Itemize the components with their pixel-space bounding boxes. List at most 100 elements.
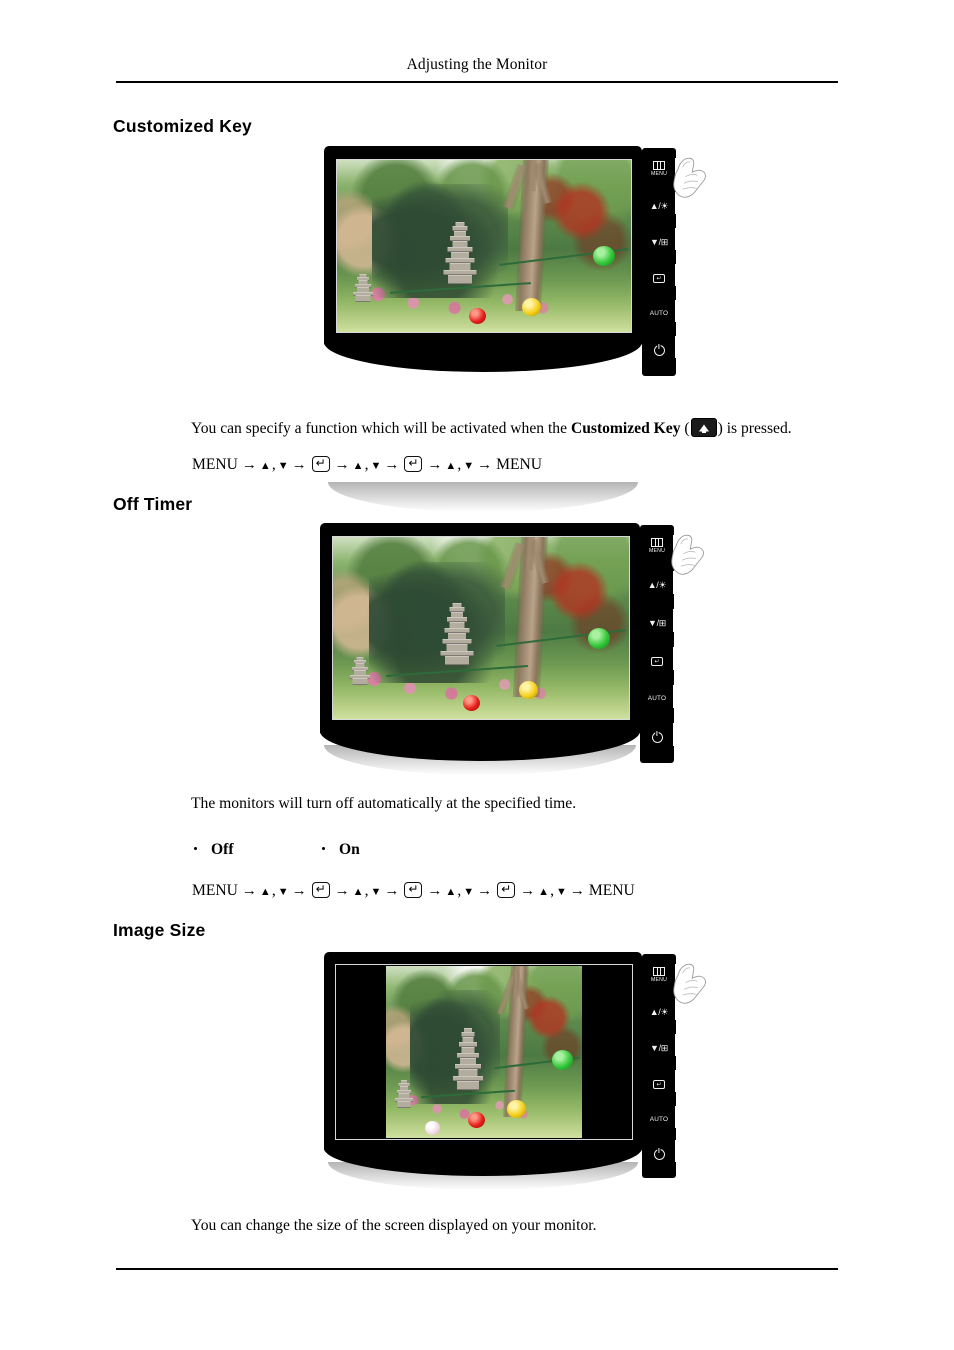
auto-button[interactable]: AUTO [642, 304, 676, 324]
menu-button-label: MENU [650, 170, 668, 177]
up-arrow-icon: ▲ [259, 459, 271, 472]
arrow-icon: → [520, 882, 536, 899]
monitor-screen [335, 964, 633, 1140]
lantern-green [552, 1050, 574, 1071]
brightness-up-icon: ▲/☀ [649, 201, 669, 211]
menu-token: MENU [192, 456, 238, 473]
down-arrow-icon: ▼ [277, 459, 289, 472]
header-rule [116, 81, 838, 83]
description-customized-key: You can specify a function which will be… [191, 418, 792, 438]
arrow-icon: → [291, 456, 307, 473]
lantern-red [468, 1112, 486, 1129]
garden-scene-image [337, 160, 631, 332]
comma: , [271, 456, 276, 473]
source-down-button[interactable]: ▼/⊞ [642, 1038, 676, 1058]
arrow-icon: → [477, 882, 493, 899]
menu-bars-icon [651, 538, 663, 548]
menu-token: MENU [192, 882, 238, 899]
menu-bars-icon [653, 161, 665, 171]
monitor-chin [324, 342, 642, 372]
comma: , [364, 456, 369, 473]
section-heading-off-timer: Off Timer [113, 494, 193, 514]
arrow-icon: → [334, 882, 350, 899]
lantern-white [425, 1120, 441, 1135]
menu-button-label: MENU [650, 976, 668, 983]
arrow-icon: → [241, 882, 257, 899]
arrow-icon: → [427, 456, 443, 473]
bullet-icon [322, 847, 325, 850]
auto-button-label: AUTO [649, 1116, 669, 1124]
menu-path-off-timer: MENU → ▲ , ▼ → ↵ → ▲ , ▼ → ↵ → ▲ , ▼ → ↵… [191, 882, 636, 900]
brightness-up-icon: ▲/☀ [647, 580, 667, 590]
lantern-yellow [507, 1100, 527, 1119]
option-label: On [339, 841, 360, 858]
up-arrow-icon: ▲ [445, 459, 457, 472]
option-item-off: Off [194, 841, 234, 859]
auto-button-label: AUTO [649, 310, 669, 318]
lantern-green [587, 628, 610, 649]
down-arrow-icon: ▼ [370, 885, 382, 898]
down-arrow-icon: ▼ [555, 885, 567, 898]
running-header: Adjusting the Monitor [406, 56, 548, 73]
down-arrow-icon: ▼ [277, 885, 289, 898]
power-button[interactable] [640, 727, 674, 747]
enter-key-icon: ↵ [497, 882, 516, 898]
desc-part-paren-close: ) is pressed. [717, 420, 792, 437]
power-button[interactable] [642, 340, 676, 360]
desc-part-paren-open: ( [680, 420, 690, 437]
up-arrow-icon: ▲ [538, 885, 550, 898]
lantern-red [469, 307, 487, 324]
manual-page: Adjusting the Monitor Customized Key MEN… [0, 0, 954, 1350]
letterboxed-image-area [386, 966, 582, 1138]
description-image-size: You can change the size of the screen di… [191, 1217, 597, 1234]
comma: , [457, 456, 462, 473]
section-heading-image-size: Image Size [113, 920, 206, 940]
comma: , [457, 882, 462, 899]
down-arrow-icon: ▼ [370, 459, 382, 472]
power-button[interactable] [642, 1144, 676, 1164]
description-off-timer: The monitors will turn off automatically… [191, 795, 577, 812]
comma: , [550, 882, 554, 899]
garden-scene-image [333, 537, 629, 719]
enter-button[interactable]: ↵ [642, 268, 676, 288]
enter-key-icon: ↵ [404, 882, 423, 898]
hand-pointer-illustration [671, 534, 704, 575]
up-arrow-icon: ▲ [352, 885, 364, 898]
option-label: Off [211, 841, 234, 858]
lantern-yellow [522, 297, 542, 316]
arrow-icon: → [334, 456, 350, 473]
section-heading-customized-key: Customized Key [113, 116, 252, 136]
auto-button[interactable]: AUTO [642, 1110, 676, 1130]
footer-rule [116, 1268, 838, 1270]
menu-button-label: MENU [648, 547, 666, 554]
brightness-up-icon: ▲/☀ [649, 1007, 669, 1017]
source-down-icon: ▼/⊞ [649, 1043, 669, 1053]
menu-bars-icon [653, 967, 665, 977]
option-item-on: On [322, 841, 360, 859]
up-arrow-icon: ▲ [445, 885, 457, 898]
menu-token: MENU [496, 456, 543, 473]
enter-button[interactable]: ↵ [640, 651, 674, 671]
source-down-icon: ▼/⊞ [649, 237, 669, 247]
monitor-figure-customized-key: MENU ▲/☀ ▼/⊞ ↵ AUTO [324, 146, 706, 512]
monitor-screen [332, 536, 630, 720]
source-down-button[interactable]: ▼/⊞ [640, 613, 674, 633]
down-arrow-icon: ▼ [463, 459, 475, 472]
desc-part-text-1: You can specify a function which will be… [191, 420, 571, 437]
enter-button[interactable]: ↵ [642, 1074, 676, 1094]
garden-scene-image [386, 966, 582, 1138]
power-icon [653, 344, 665, 356]
monitor-shadow [328, 482, 638, 512]
enter-key-icon: ↵ [311, 456, 330, 472]
arrow-icon: → [384, 456, 400, 473]
enter-icon: ↵ [651, 656, 663, 666]
up-arrow-icon: ▲ [352, 459, 364, 472]
arrow-icon: → [427, 882, 443, 899]
enter-key-icon: ↵ [311, 882, 330, 898]
source-down-icon: ▼/⊞ [647, 618, 667, 628]
source-down-button[interactable]: ▼/⊞ [642, 232, 676, 252]
auto-button[interactable]: AUTO [640, 689, 674, 709]
customized-key-button-icon [690, 418, 717, 437]
comma: , [271, 882, 276, 899]
desc-part-bold: Customized Key [570, 420, 681, 437]
